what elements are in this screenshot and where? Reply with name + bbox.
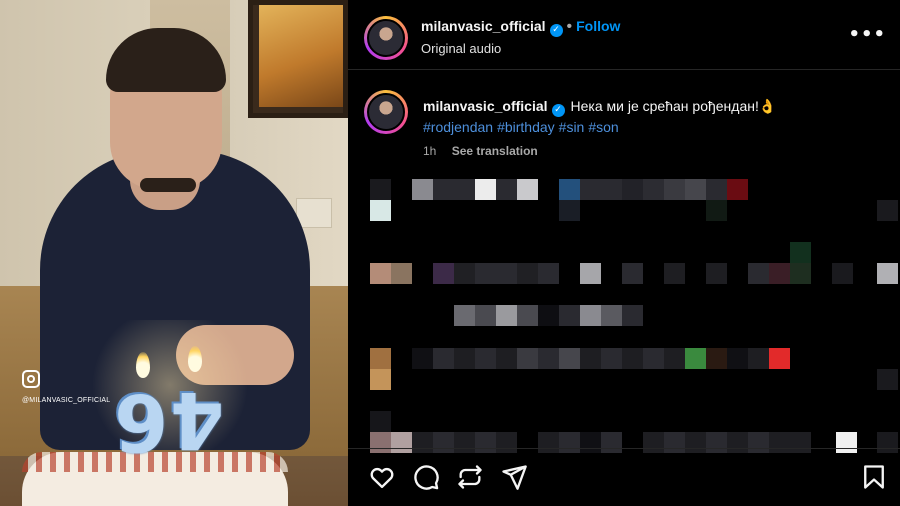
post-media[interactable]: 6 4 @MILANVASIC_OFFICIAL xyxy=(0,0,348,506)
action-bar xyxy=(348,448,900,506)
post-side-panel: milanvasic_official ✓ • Follow Original aud… xyxy=(348,0,900,506)
audio-link[interactable]: Original audio xyxy=(421,41,501,56)
wall-painting xyxy=(248,0,348,118)
heart-icon[interactable] xyxy=(368,463,396,491)
comment-icon[interactable] xyxy=(412,463,440,491)
number-candle: 6 xyxy=(114,376,169,466)
username-link[interactable]: milanvasic_official xyxy=(421,18,546,34)
hashtag-list: #rodjendan #birthday #sin #son xyxy=(423,117,883,138)
follow-button[interactable]: Follow xyxy=(576,18,620,34)
person-mustache xyxy=(140,178,196,192)
caption-meta: 1h See translation xyxy=(423,144,538,158)
post-header: milanvasic_official ✓ • Follow Original aud… xyxy=(348,0,900,70)
verified-badge-icon: ✓ xyxy=(549,24,563,37)
share-icon[interactable] xyxy=(500,463,528,491)
light-switch xyxy=(296,198,332,228)
avatar[interactable] xyxy=(364,90,408,134)
post-time: 1h xyxy=(423,144,437,158)
candle-flame xyxy=(188,346,202,372)
caption-text: milanvasic_official ✓ Нека ми је срећан ро… xyxy=(423,96,883,138)
caption-body: Нека ми је срећан рођендан!👌 xyxy=(570,98,777,114)
see-translation-button[interactable]: See translation xyxy=(452,144,538,158)
bookmark-icon[interactable] xyxy=(860,463,888,491)
repost-icon[interactable] xyxy=(456,463,484,491)
candle-flame xyxy=(136,352,150,378)
verified-badge-icon: ✓ xyxy=(551,104,565,117)
number-candle: 4 xyxy=(170,374,225,464)
avatar[interactable] xyxy=(364,16,408,60)
separator-dot: • xyxy=(566,18,573,35)
hashtag-link[interactable]: #birthday xyxy=(497,119,555,135)
watermark-text: @MILANVASIC_OFFICIAL xyxy=(22,397,111,404)
hashtag-link[interactable]: #son xyxy=(588,119,618,135)
header-user-line: milanvasic_official ✓ • Follow xyxy=(421,18,620,37)
more-options-icon[interactable]: ••• xyxy=(848,24,886,45)
hashtag-link[interactable]: #sin xyxy=(559,119,585,135)
caption-username-link[interactable]: milanvasic_official xyxy=(423,98,548,114)
instagram-logo-icon xyxy=(22,370,40,388)
hashtag-link[interactable]: #rodjendan xyxy=(423,119,493,135)
